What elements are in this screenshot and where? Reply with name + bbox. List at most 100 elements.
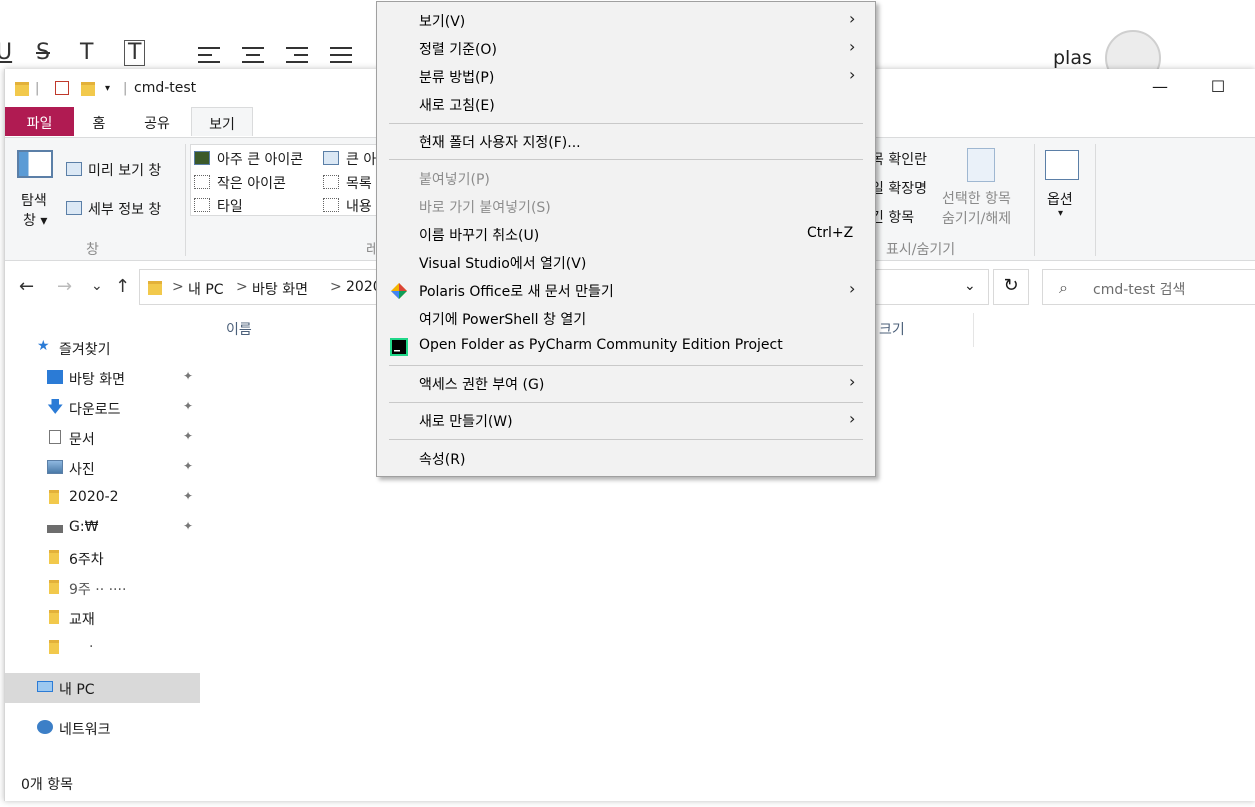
nav-label: 즐겨찾기 [59,342,111,358]
tab-home[interactable]: 홈 [81,107,117,136]
options-button[interactable]: 옵션 [1047,189,1073,209]
crumb-separator[interactable]: > [330,279,342,295]
list-option[interactable]: 목록 [346,173,372,193]
menu-item-customize-folder[interactable]: 현재 폴더 사용자 지정(F)... [377,128,875,154]
star-icon: ★ [37,338,50,354]
menu-item-open-visual-studio[interactable]: Visual Studio에서 열기(V) [377,249,875,275]
nav-item-week9[interactable]: 9주 ·· ···· [5,573,200,603]
tab-file[interactable]: 파일 [5,107,74,136]
item-checkboxes-option[interactable]: 목 확인란 [871,149,927,169]
download-icon: 🡇 [47,397,64,416]
column-divider[interactable] [973,313,974,347]
crumb-separator[interactable]: > [236,279,248,295]
crumb-separator[interactable]: > [172,279,184,295]
nav-item-downloads[interactable]: 🡇 다운로드 ✦ [5,393,200,423]
menu-item-label: Visual Studio에서 열기(V) [419,256,587,272]
menu-item-label: 여기에 PowerShell 창 열기 [419,312,587,328]
options-dropdown[interactable]: ▾ [1058,208,1063,219]
customize-quick-access-icon[interactable]: ▾ [105,83,110,94]
folder-icon [148,281,162,295]
extra-large-icons-option[interactable]: 아주 큰 아이콘 [217,149,303,169]
align-icons[interactable] [196,45,366,67]
chevron-right-icon: › [849,9,856,28]
recent-locations-button[interactable]: ⌄ [91,278,103,294]
chevron-right-icon: › [849,65,856,84]
minimize-button[interactable]: — [1146,77,1174,99]
menu-item-open-pycharm[interactable]: Open Folder as PyCharm Community Edition… [377,333,875,359]
drive-icon [47,525,63,533]
details-pane-icon [66,201,82,215]
menu-item-refresh[interactable]: 새로 고침(E) [377,91,875,117]
menu-item-label: Polaris Office로 새 문서 만들기 [419,284,614,300]
navigation-pane: ★ 즐겨찾기 바탕 화면 ✦ 🡇 다운로드 ✦ 문서 ✦ 사진 ✦ 2020-2… [5,309,205,769]
menu-item-paste-shortcut[interactable]: 바로 가기 붙여넣기(S) [377,193,875,219]
crumb-desktop[interactable]: 바탕 화면 [252,279,308,299]
maximize-button[interactable]: ☐ [1204,77,1232,99]
forward-button[interactable]: → [57,276,72,297]
tab-view[interactable]: 보기 [191,107,253,136]
picture-icon [47,460,63,474]
nav-item-quick-access[interactable]: ★ 즐겨찾기 [5,333,200,363]
menu-item-paste[interactable]: 붙여넣기(P) [377,165,875,191]
search-placeholder: cmd-test 검색 [1093,282,1186,298]
navigation-pane-dropdown[interactable]: 창 ▾ [23,210,47,230]
nav-item-folder[interactable]: · [5,633,200,663]
details-pane-button[interactable]: 세부 정보 창 [88,199,161,219]
nav-label: 9주 ·· ···· [69,582,127,598]
nav-item-desktop[interactable]: 바탕 화면 ✦ [5,363,200,393]
navigation-pane-icon[interactable] [17,150,53,178]
small-icons-option[interactable]: 작은 아이콘 [217,173,286,193]
underline-icon[interactable]: U [0,40,12,65]
nav-item-2020-2[interactable]: 2020-2 ✦ [5,483,200,513]
large-icons-option[interactable]: 큰 아 [346,149,376,169]
tiles-option[interactable]: 타일 [217,196,243,216]
preview-pane-button[interactable]: 미리 보기 창 [88,160,161,180]
column-header-name[interactable]: 이름 [226,319,252,339]
address-dropdown-button[interactable]: ⌄ [964,278,976,294]
properties-checkbox-icon[interactable] [55,81,69,95]
user-name: plas [1053,47,1092,69]
content-icon [323,198,339,212]
menu-item-polaris-office[interactable]: Polaris Office로 새 문서 만들기 › [377,277,875,303]
nav-label: 6주차 [69,552,104,568]
hidden-items-option[interactable]: 긴 항목 [871,207,914,227]
menu-item-sort-by[interactable]: 정렬 기준(O) › [377,35,875,61]
tab-share[interactable]: 공유 [135,107,179,136]
search-box[interactable]: ⌕ cmd-test 검색 [1042,269,1255,305]
navigation-pane-label[interactable]: 탐색 [21,190,47,210]
nav-item-network[interactable]: 네트워크 [5,713,200,743]
context-menu: 보기(V) › 정렬 기준(O) › 분류 방법(P) › 새로 고침(E) 현… [376,1,876,477]
menu-item-label: 액세스 권한 부여 (G) [419,377,545,393]
text-color-icon[interactable]: T [80,40,93,65]
file-extensions-option[interactable]: 일 확장명 [871,178,927,198]
nav-item-week6[interactable]: 6주차 [5,543,200,573]
nav-item-this-pc[interactable]: 내 PC [5,673,200,703]
strikethrough-icon[interactable]: S [36,40,50,65]
nav-label: G:₩ [69,519,99,535]
menu-item-view[interactable]: 보기(V) › [377,7,875,33]
new-folder-icon[interactable] [81,82,95,96]
nav-item-documents[interactable]: 문서 ✦ [5,423,200,453]
ribbon-separator-3 [1095,144,1096,256]
crumb-my-pc[interactable]: 내 PC [188,279,224,299]
back-button[interactable]: ← [19,276,34,297]
menu-item-group-by[interactable]: 분류 방법(P) › [377,63,875,89]
document-icon [49,430,61,444]
menu-item-undo-rename[interactable]: 이름 바꾸기 취소(U) Ctrl+Z [377,221,875,247]
menu-item-open-powershell[interactable]: 여기에 PowerShell 창 열기 [377,305,875,331]
menu-item-new[interactable]: 새로 만들기(W) › [377,407,875,433]
pc-icon [37,681,53,692]
column-header-size[interactable]: 크기 [879,319,905,339]
up-button[interactable]: ↑ [115,276,130,297]
menu-item-properties[interactable]: 속성(R) [377,445,875,471]
refresh-button[interactable]: ↻ [993,269,1029,305]
menu-item-give-access[interactable]: 액세스 권한 부여 (G) › [377,370,875,396]
nav-item-g-drive[interactable]: G:₩ ✦ [5,513,200,543]
menu-item-label: 보기(V) [419,14,466,30]
text-box-icon[interactable]: T [124,40,146,66]
content-option[interactable]: 내용 [346,196,372,216]
nav-item-textbook[interactable]: 교재 [5,603,200,633]
nav-label: 바탕 화면 [69,372,125,388]
nav-item-pictures[interactable]: 사진 ✦ [5,453,200,483]
pin-icon: ✦ [183,399,194,413]
